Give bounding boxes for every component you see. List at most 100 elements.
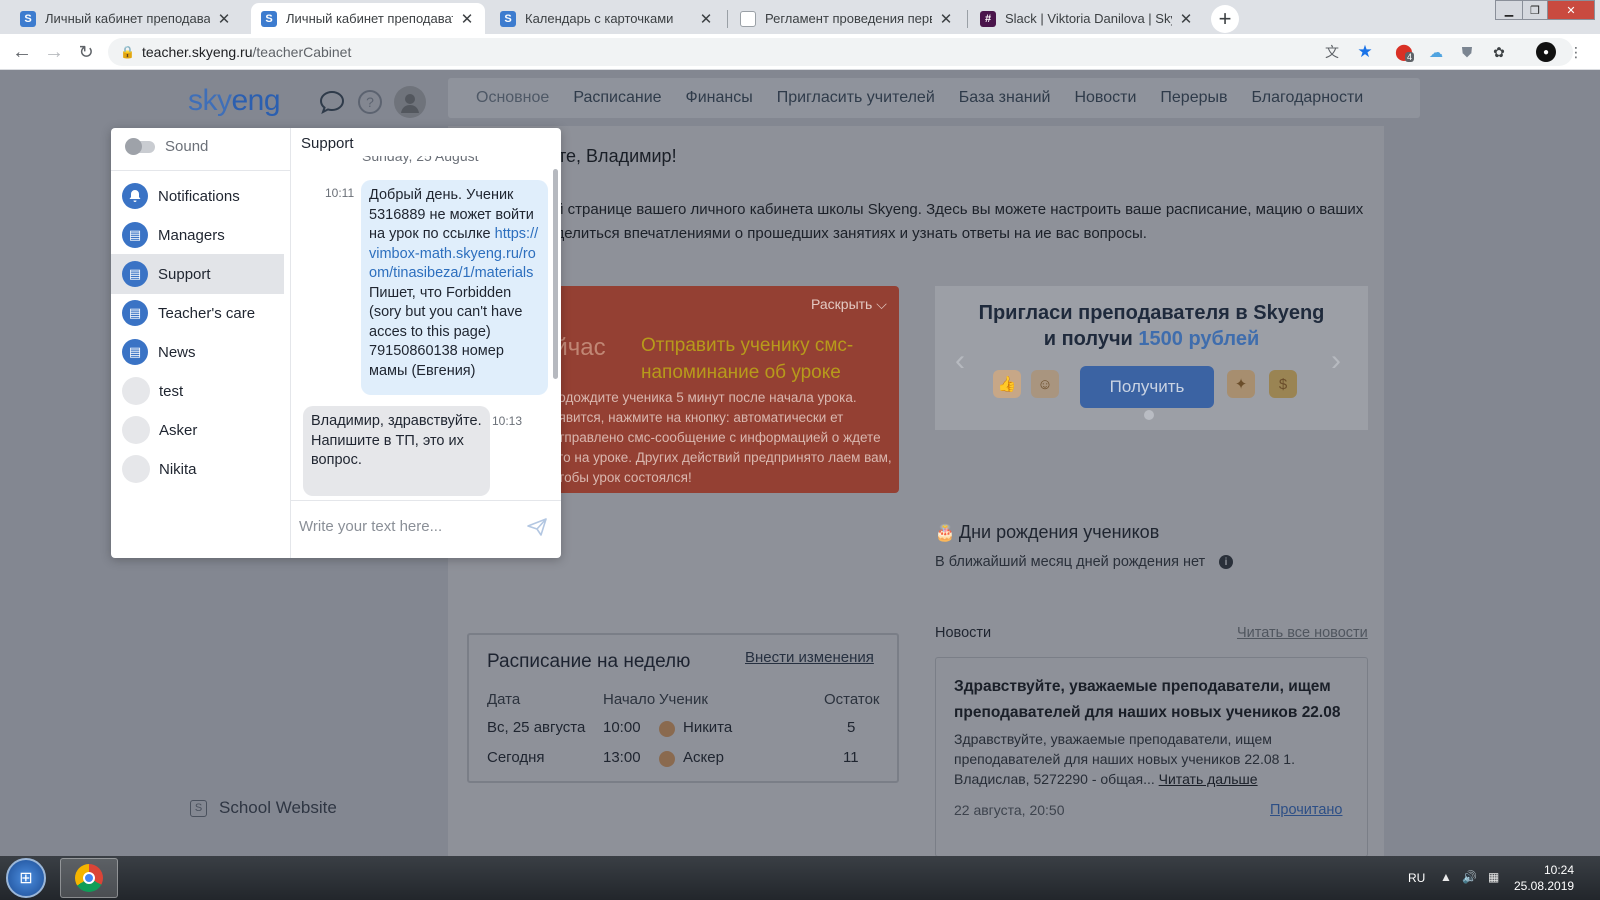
volume-icon[interactable]: 🔊 — [1462, 870, 1477, 884]
carousel-dot[interactable] — [1144, 410, 1154, 420]
get-reward-button[interactable]: Получить — [1080, 366, 1214, 408]
skyeng-favicon-icon: S — [20, 10, 36, 27]
skyeng-favicon-icon: S — [500, 10, 516, 27]
channel-icon: ▤ — [122, 339, 148, 365]
channel-item-asker[interactable]: Asker — [111, 410, 284, 450]
close-tab-icon[interactable]: ✕ — [459, 10, 475, 28]
close-tab-icon[interactable]: ✕ — [216, 10, 232, 28]
translate-icon[interactable]: 文 — [1322, 42, 1342, 62]
close-tab-icon[interactable]: ✕ — [1178, 10, 1194, 28]
channel-label: Notifications — [158, 187, 240, 205]
channel-icon: ▤ — [122, 261, 148, 287]
close-window-button[interactable]: ✕ — [1547, 0, 1595, 20]
menu-kebab-icon[interactable]: ⋮ — [1566, 42, 1586, 62]
browser-tab-2[interactable]: S Личный кабинет преподавателя ✕ — [251, 3, 485, 34]
message-list[interactable]: Sunday, 25 August 10:11 Добрый день. Уче… — [291, 156, 561, 496]
close-tab-icon[interactable]: ✕ — [698, 10, 714, 28]
shield-extension-icon[interactable]: ⛊ — [1457, 42, 1477, 62]
nav-item-news[interactable]: Новости — [1074, 89, 1136, 107]
toggle-switch-icon[interactable] — [125, 137, 155, 155]
nav-item-finance[interactable]: Финансы — [686, 89, 753, 107]
schedule-row-student[interactable]: Никита — [683, 719, 732, 736]
browser-tab-3[interactable]: S Календарь с карточками ✕ — [490, 3, 724, 34]
channel-item-notifications[interactable]: Notifications — [111, 176, 284, 216]
new-tab-button[interactable]: + — [1211, 5, 1239, 33]
browser-tab-1[interactable]: S Личный кабинет преподавателя ✕ — [10, 3, 242, 34]
bookmark-star-icon[interactable]: ★ — [1355, 42, 1375, 62]
back-arrow-icon[interactable]: ← — [10, 40, 34, 64]
extension-badge: 4 — [1405, 52, 1415, 62]
system-clock[interactable]: 10:24 25.08.2019 — [1514, 862, 1574, 894]
school-website-link[interactable]: S School Website — [190, 798, 337, 818]
extension-stop-icon[interactable]: ⬤ 4 — [1394, 42, 1415, 62]
browser-tab-bar: S Личный кабинет преподавателя ✕ S Личны… — [0, 0, 1600, 34]
skyeng-logo[interactable]: skyeng — [188, 84, 281, 118]
slack-favicon-icon: # — [980, 10, 996, 27]
channel-item-news[interactable]: ▤ News — [111, 332, 284, 372]
message-time: 10:13 — [492, 414, 523, 428]
read-more-link[interactable]: Читать дальше — [1159, 771, 1258, 787]
news-read-status[interactable]: Прочитано — [1270, 802, 1343, 818]
address-bar[interactable]: 🔒 teacher.skyeng.ru/teacherCabinet — [108, 38, 1573, 66]
read-all-news-link[interactable]: Читать все новости — [1237, 625, 1368, 641]
browser-tab-4[interactable]: Регламент проведения первого урока ✕ — [730, 3, 964, 34]
nav-item-schedule[interactable]: Расписание — [573, 89, 661, 107]
news-item-title[interactable]: Здравствуйте, уважаемые преподаватели, и… — [954, 674, 1354, 726]
channel-label: Nikita — [159, 460, 197, 478]
expand-link[interactable]: Раскрыть ⌵ — [811, 296, 887, 313]
greeting-heading: те, Владимир! — [558, 146, 677, 166]
edit-schedule-link[interactable]: Внести изменения — [745, 649, 874, 666]
cloud-extension-icon[interactable]: ☁ — [1426, 42, 1446, 62]
profile-avatar-icon[interactable]: ● — [1536, 42, 1556, 62]
message-input-area: Write your text here... — [291, 500, 561, 558]
reload-icon[interactable]: ↻ — [74, 40, 98, 64]
message-list-scrollbar[interactable] — [553, 169, 558, 379]
nav-item-invite-teachers[interactable]: Пригласить учителей — [777, 89, 935, 107]
channel-icon: ▤ — [122, 300, 148, 326]
minimize-window-button[interactable]: ▁ — [1495, 0, 1523, 20]
sms-reminder-description: подождите ученика 5 минут после начала у… — [551, 390, 892, 485]
news-item-date: 22 августа, 20:50 — [954, 802, 1065, 818]
channel-item-teachers-care[interactable]: ▤ Teacher's care — [111, 293, 284, 333]
avatar — [122, 416, 150, 444]
schedule-row-start: 10:00 — [603, 719, 641, 736]
nav-item-knowledge-base[interactable]: База знаний — [959, 89, 1051, 107]
thumbs-up-icon: 👍 — [993, 370, 1021, 398]
channel-item-test[interactable]: test — [111, 371, 284, 411]
carousel-next-icon[interactable]: › — [1331, 344, 1341, 378]
windows-start-button[interactable]: ⊞ — [6, 858, 46, 898]
network-icon[interactable]: ▦ — [1488, 870, 1499, 884]
browser-tab-5[interactable]: # Slack | Viktoria Danilova | Skyeng ✕ — [970, 3, 1204, 34]
party-popper-icon: ✦ — [1227, 370, 1255, 398]
chat-bubble-icon[interactable] — [318, 88, 346, 116]
channel-item-support[interactable]: ▤ Support — [111, 254, 284, 294]
close-tab-icon[interactable]: ✕ — [938, 10, 954, 28]
student-avatar — [659, 751, 675, 767]
tray-expand-icon[interactable]: ▲ — [1440, 870, 1452, 884]
document-favicon-icon — [740, 10, 756, 27]
maximize-window-button[interactable]: ❐ — [1522, 0, 1548, 20]
keyboard-language[interactable]: RU — [1408, 871, 1425, 885]
banner-subtitle-prefix: и получи — [1043, 328, 1139, 350]
sound-toggle[interactable]: Sound — [125, 137, 208, 155]
message-input[interactable]: Write your text here... — [299, 518, 442, 535]
send-sms-reminder-button[interactable]: Отправить ученику смс-напоминание об уро… — [641, 332, 881, 386]
schedule-header-date: Дата — [487, 691, 521, 708]
taskbar-chrome-button[interactable] — [60, 858, 118, 898]
carousel-prev-icon[interactable]: ‹ — [955, 344, 965, 378]
user-avatar-icon[interactable] — [394, 86, 426, 118]
forward-arrow-icon[interactable]: → — [42, 40, 66, 64]
nav-item-break[interactable]: Перерыв — [1160, 89, 1227, 107]
schedule-row-remaining: 11 — [843, 749, 859, 766]
sync-extension-icon[interactable]: ✿ — [1489, 42, 1509, 62]
send-icon[interactable] — [527, 518, 547, 538]
news-heading: Новости — [935, 625, 992, 641]
info-icon[interactable]: i — [1219, 555, 1233, 569]
help-question-icon[interactable]: ? — [358, 90, 382, 114]
nav-item-thanks[interactable]: Благодарности — [1251, 89, 1363, 107]
channel-item-managers[interactable]: ▤ Managers — [111, 215, 284, 255]
banner-reward-amount: 1500 рублей — [1138, 328, 1260, 350]
schedule-row-student[interactable]: Аскер — [683, 749, 724, 766]
nav-item-main[interactable]: Основное — [476, 89, 549, 107]
channel-item-nikita[interactable]: Nikita — [111, 449, 284, 489]
